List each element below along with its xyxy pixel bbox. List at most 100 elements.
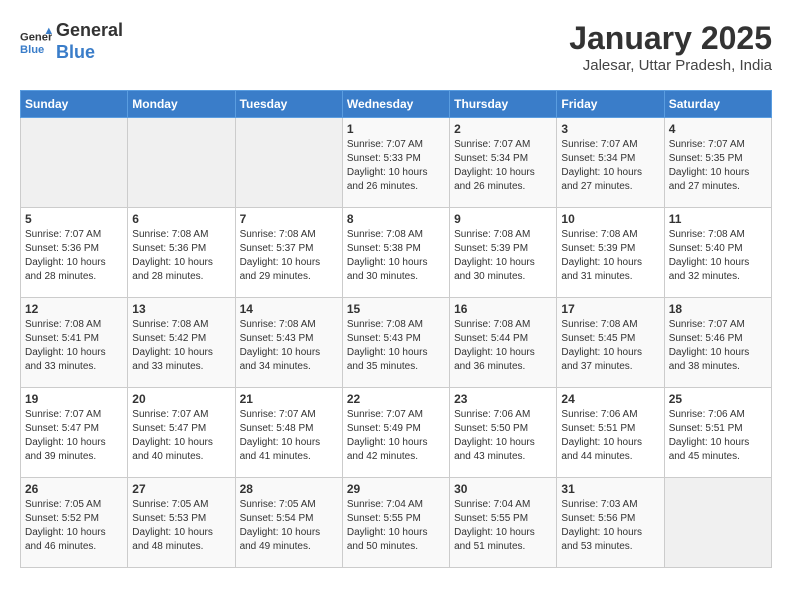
calendar-cell: 30 Sunrise: 7:04 AMSunset: 5:55 PMDayligh…	[450, 478, 557, 568]
day-info: Sunrise: 7:08 AMSunset: 5:42 PMDaylight:…	[132, 318, 230, 374]
logo-blue: Blue	[56, 42, 123, 64]
calendar-cell	[664, 478, 771, 568]
calendar-week-row: 19 Sunrise: 7:07 AMSunset: 5:47 PMDayligh…	[21, 388, 772, 478]
day-number: 23	[454, 392, 552, 406]
weekday-header-row: SundayMondayTuesdayWednesdayThursdayFrid…	[21, 91, 772, 118]
weekday-header: Friday	[557, 91, 664, 118]
calendar-cell	[128, 118, 235, 208]
calendar-cell: 4 Sunrise: 7:07 AMSunset: 5:35 PMDaylight…	[664, 118, 771, 208]
weekday-header: Thursday	[450, 91, 557, 118]
day-number: 8	[347, 212, 445, 226]
calendar-cell: 21 Sunrise: 7:07 AMSunset: 5:48 PMDayligh…	[235, 388, 342, 478]
day-info: Sunrise: 7:08 AMSunset: 5:39 PMDaylight:…	[454, 228, 552, 284]
calendar-cell: 2Sunrise: 7:07 AMSunset: 5:34 PMDaylight…	[450, 118, 557, 208]
logo: General Blue General Blue	[20, 20, 123, 63]
day-info: Sunrise: 7:07 AMSunset: 5:46 PMDaylight:…	[669, 318, 767, 374]
weekday-header: Sunday	[21, 91, 128, 118]
calendar-cell: 23 Sunrise: 7:06 AMSunset: 5:50 PMDayligh…	[450, 388, 557, 478]
day-number: 25	[669, 392, 767, 406]
day-info: Sunrise: 7:08 AMSunset: 5:43 PMDaylight:…	[347, 318, 445, 374]
day-number: 20	[132, 392, 230, 406]
day-number: 17	[561, 302, 659, 316]
day-info: Sunrise: 7:08 AMSunset: 5:38 PMDaylight:…	[347, 228, 445, 284]
day-info: Sunrise: 7:05 AMSunset: 5:54 PMDaylight:…	[240, 498, 338, 554]
day-number: 7	[240, 212, 338, 226]
calendar-cell: 11Sunrise: 7:08 AMSunset: 5:40 PMDayligh…	[664, 208, 771, 298]
day-number: 19	[25, 392, 123, 406]
day-number: 26	[25, 482, 123, 496]
calendar-cell: 24 Sunrise: 7:06 AMSunset: 5:51 PMDayligh…	[557, 388, 664, 478]
location: Jalesar, Uttar Pradesh, India	[569, 57, 772, 74]
day-number: 4	[669, 122, 767, 136]
day-info: Sunrise: 7:07 AMSunset: 5:49 PMDaylight:…	[347, 408, 445, 464]
day-number: 30	[454, 482, 552, 496]
day-number: 15	[347, 302, 445, 316]
day-number: 5	[25, 212, 123, 226]
calendar-cell: 14 Sunrise: 7:08 AMSunset: 5:43 PMDayligh…	[235, 298, 342, 388]
day-info: Sunrise: 7:07 AMSunset: 5:33 PMDaylight:…	[347, 138, 445, 194]
calendar-cell: 3 Sunrise: 7:07 AMSunset: 5:34 PMDaylight…	[557, 118, 664, 208]
day-info: Sunrise: 7:05 AMSunset: 5:52 PMDaylight:…	[25, 498, 123, 554]
calendar-cell: 1 Sunrise: 7:07 AMSunset: 5:33 PMDaylight…	[342, 118, 449, 208]
day-number: 16	[454, 302, 552, 316]
day-info: Sunrise: 7:07 AMSunset: 5:48 PMDaylight:…	[240, 408, 338, 464]
day-info: Sunrise: 7:05 AMSunset: 5:53 PMDaylight:…	[132, 498, 230, 554]
svg-text:Blue: Blue	[20, 44, 44, 56]
day-info: Sunrise: 7:07 AMSunset: 5:47 PMDaylight:…	[25, 408, 123, 464]
calendar-cell: 25 Sunrise: 7:06 AMSunset: 5:51 PMDayligh…	[664, 388, 771, 478]
day-number: 21	[240, 392, 338, 406]
calendar-cell: 17 Sunrise: 7:08 AMSunset: 5:45 PMDayligh…	[557, 298, 664, 388]
day-number: 2	[454, 122, 552, 136]
day-info: Sunrise: 7:07 AMSunset: 5:47 PMDaylight:…	[132, 408, 230, 464]
day-number: 31	[561, 482, 659, 496]
day-info: Sunrise: 7:08 AMSunset: 5:43 PMDaylight:…	[240, 318, 338, 374]
page-header: General Blue General Blue January 2025 J…	[20, 20, 772, 74]
day-info: Sunrise: 7:08 AMSunset: 5:37 PMDaylight:…	[240, 228, 338, 284]
day-info: Sunrise: 7:04 AMSunset: 5:55 PMDaylight:…	[347, 498, 445, 554]
day-number: 22	[347, 392, 445, 406]
day-number: 3	[561, 122, 659, 136]
day-number: 10	[561, 212, 659, 226]
day-number: 24	[561, 392, 659, 406]
calendar-cell: 28Sunrise: 7:05 AMSunset: 5:54 PMDayligh…	[235, 478, 342, 568]
day-info: Sunrise: 7:08 AMSunset: 5:45 PMDaylight:…	[561, 318, 659, 374]
day-info: Sunrise: 7:08 AMSunset: 5:40 PMDaylight:…	[669, 228, 767, 284]
day-info: Sunrise: 7:08 AMSunset: 5:39 PMDaylight:…	[561, 228, 659, 284]
title-block: January 2025 Jalesar, Uttar Pradesh, Ind…	[569, 20, 772, 74]
day-number: 13	[132, 302, 230, 316]
day-info: Sunrise: 7:07 AMSunset: 5:34 PMDaylight:…	[561, 138, 659, 194]
day-info: Sunrise: 7:06 AMSunset: 5:51 PMDaylight:…	[561, 408, 659, 464]
weekday-header: Saturday	[664, 91, 771, 118]
calendar-week-row: 5 Sunrise: 7:07 AMSunset: 5:36 PMDaylight…	[21, 208, 772, 298]
weekday-header: Tuesday	[235, 91, 342, 118]
calendar-cell: 22 Sunrise: 7:07 AMSunset: 5:49 PMDayligh…	[342, 388, 449, 478]
calendar-cell: 10 Sunrise: 7:08 AMSunset: 5:39 PMDayligh…	[557, 208, 664, 298]
calendar-week-row: 12Sunrise: 7:08 AMSunset: 5:41 PMDayligh…	[21, 298, 772, 388]
calendar-cell: 16Sunrise: 7:08 AMSunset: 5:44 PMDayligh…	[450, 298, 557, 388]
day-info: Sunrise: 7:08 AMSunset: 5:36 PMDaylight:…	[132, 228, 230, 284]
calendar-cell: 26 Sunrise: 7:05 AMSunset: 5:52 PMDayligh…	[21, 478, 128, 568]
day-info: Sunrise: 7:08 AMSunset: 5:41 PMDaylight:…	[25, 318, 123, 374]
logo-general: General	[56, 20, 123, 42]
calendar: SundayMondayTuesdayWednesdayThursdayFrid…	[20, 90, 772, 568]
calendar-cell: 20 Sunrise: 7:07 AMSunset: 5:47 PMDayligh…	[128, 388, 235, 478]
day-info: Sunrise: 7:03 AMSunset: 5:56 PMDaylight:…	[561, 498, 659, 554]
month-title: January 2025	[569, 20, 772, 57]
calendar-cell: 8 Sunrise: 7:08 AMSunset: 5:38 PMDaylight…	[342, 208, 449, 298]
day-number: 1	[347, 122, 445, 136]
day-number: 6	[132, 212, 230, 226]
day-info: Sunrise: 7:06 AMSunset: 5:50 PMDaylight:…	[454, 408, 552, 464]
day-number: 9	[454, 212, 552, 226]
calendar-cell: 15 Sunrise: 7:08 AMSunset: 5:43 PMDayligh…	[342, 298, 449, 388]
calendar-cell	[21, 118, 128, 208]
day-number: 14	[240, 302, 338, 316]
calendar-cell: 29Sunrise: 7:04 AMSunset: 5:55 PMDayligh…	[342, 478, 449, 568]
day-info: Sunrise: 7:06 AMSunset: 5:51 PMDaylight:…	[669, 408, 767, 464]
day-info: Sunrise: 7:04 AMSunset: 5:55 PMDaylight:…	[454, 498, 552, 554]
day-info: Sunrise: 7:07 AMSunset: 5:36 PMDaylight:…	[25, 228, 123, 284]
day-number: 18	[669, 302, 767, 316]
calendar-week-row: 26 Sunrise: 7:05 AMSunset: 5:52 PMDayligh…	[21, 478, 772, 568]
day-info: Sunrise: 7:07 AMSunset: 5:35 PMDaylight:…	[669, 138, 767, 194]
calendar-cell: 9 Sunrise: 7:08 AMSunset: 5:39 PMDaylight…	[450, 208, 557, 298]
calendar-week-row: 1 Sunrise: 7:07 AMSunset: 5:33 PMDaylight…	[21, 118, 772, 208]
